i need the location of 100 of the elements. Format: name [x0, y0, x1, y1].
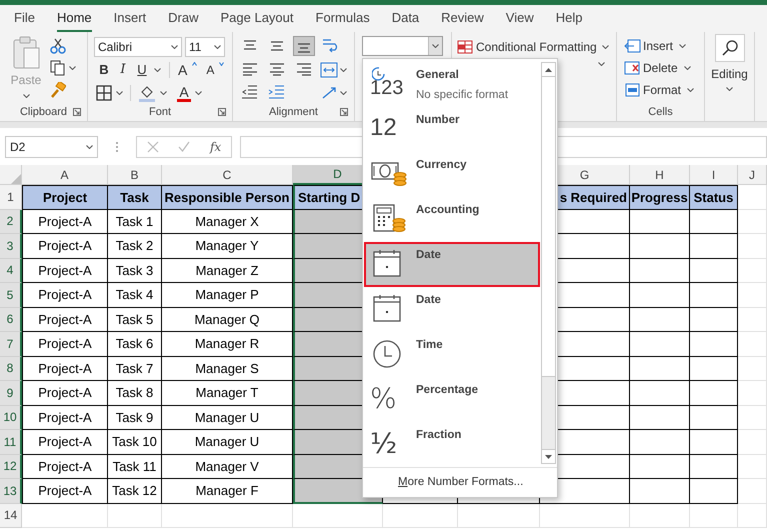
scroll-up-button[interactable] — [542, 63, 555, 77]
menu-item[interactable]: % Percentage — [364, 377, 540, 422]
scissors-icon[interactable] — [50, 38, 66, 54]
caret-icon[interactable] — [684, 66, 691, 70]
caret-icon[interactable] — [116, 91, 123, 95]
row-header[interactable]: 7 — [0, 332, 22, 356]
ribbon-tab[interactable]: Insert — [114, 8, 146, 32]
vertical-align-bottom-button[interactable] — [293, 36, 315, 56]
menu-item[interactable]: Time — [364, 332, 540, 377]
merge-cells-icon[interactable] — [320, 62, 338, 78]
caret-icon[interactable] — [171, 45, 178, 49]
row-header[interactable]: 2 — [0, 210, 22, 234]
menu-item[interactable]: ½ Fraction — [364, 422, 540, 467]
caret-icon[interactable] — [22, 94, 30, 98]
menu-item[interactable]: 123 General No specific format — [364, 62, 540, 107]
insert-function-button[interactable]: fx — [210, 138, 222, 156]
name-box[interactable]: D2 — [5, 136, 98, 158]
copy-icon[interactable] — [50, 60, 66, 76]
row-header[interactable]: 13 — [0, 479, 22, 504]
dialog-launcher-icon[interactable] — [340, 108, 348, 116]
menu-item[interactable]: 12 Number — [364, 107, 540, 152]
ribbon-tab[interactable]: Draw — [168, 8, 198, 32]
table-cell: Task 2 — [108, 234, 162, 258]
shrink-font-button[interactable]: A — [206, 61, 214, 79]
caret-icon[interactable] — [69, 66, 76, 70]
caret-icon[interactable] — [340, 90, 347, 94]
column-header[interactable]: I — [690, 165, 738, 185]
borders-icon[interactable] — [96, 85, 112, 101]
caret-icon[interactable] — [602, 45, 609, 49]
column-header[interactable]: C — [162, 165, 293, 185]
table-cell: Task 6 — [108, 332, 162, 356]
underline-button[interactable]: U — [135, 60, 149, 80]
column-header[interactable]: H — [630, 165, 690, 185]
ribbon-tab[interactable]: Review — [441, 8, 484, 32]
row-header[interactable]: 1 — [0, 185, 22, 210]
table-cell: Task 7 — [108, 356, 162, 381]
up-caret-icon[interactable] — [192, 62, 198, 66]
orientation-icon[interactable] — [320, 84, 338, 100]
ribbon-tab[interactable]: Page Layout — [220, 8, 294, 32]
wrap-text-icon[interactable] — [321, 37, 339, 55]
font-size-field[interactable]: 11 — [185, 37, 225, 57]
search-icon[interactable] — [714, 34, 744, 62]
menu-item[interactable]: Date — [364, 242, 540, 287]
conditional-formatting-button[interactable]: Conditional Formatting — [457, 38, 609, 56]
ribbon-tab[interactable]: Formulas — [316, 8, 370, 32]
ribbon-tab[interactable]: Data — [392, 8, 420, 32]
ribbon-tab[interactable]: View — [506, 8, 534, 32]
down-caret-icon[interactable] — [219, 62, 224, 66]
dialog-launcher-icon[interactable] — [73, 108, 81, 116]
table-cell: Project-A — [22, 381, 108, 406]
row-header[interactable]: 4 — [0, 258, 22, 283]
caret-icon[interactable] — [679, 44, 686, 48]
caret-icon[interactable] — [687, 88, 694, 92]
caret-icon[interactable] — [160, 91, 167, 95]
caret-icon[interactable] — [154, 68, 161, 72]
font-name-field[interactable]: Calibri — [94, 37, 182, 57]
table-cell — [690, 381, 738, 406]
column-header[interactable]: J — [738, 165, 767, 185]
caret-icon[interactable] — [195, 91, 202, 95]
caret-icon[interactable] — [86, 144, 93, 148]
grow-font-button[interactable]: A — [178, 60, 188, 80]
dialog-launcher-icon[interactable] — [218, 108, 226, 116]
editing-button[interactable]: Editing — [711, 65, 748, 83]
scrollbar-thumb[interactable] — [542, 77, 555, 377]
caret-icon[interactable] — [726, 87, 733, 91]
font-color-button[interactable]: A — [177, 84, 191, 102]
column-header[interactable]: A — [22, 165, 108, 185]
number-format-combobox[interactable] — [362, 36, 443, 56]
row-header[interactable]: 8 — [0, 356, 22, 381]
fill-color-icon[interactable] — [138, 84, 156, 102]
caret-icon[interactable] — [340, 68, 347, 72]
row-header[interactable]: 5 — [0, 283, 22, 308]
check-icon[interactable] — [178, 140, 190, 152]
ribbon-tab[interactable]: File — [14, 8, 35, 32]
more-number-formats-link[interactable]: More Number Formats... — [398, 474, 524, 492]
row-header[interactable]: 9 — [0, 381, 22, 406]
row-header[interactable]: 12 — [0, 454, 22, 479]
format-painter-icon[interactable] — [50, 82, 66, 98]
table-cell — [690, 406, 738, 430]
delete-cells-button[interactable]: Delete — [624, 58, 694, 77]
caret-icon[interactable] — [598, 62, 605, 66]
menu-item[interactable]: Date — [364, 287, 540, 332]
ribbon-tab[interactable]: Help — [556, 8, 582, 32]
italic-button[interactable]: I — [116, 60, 130, 80]
bold-button[interactable]: B — [97, 60, 111, 80]
insert-cells-button[interactable]: Insert — [624, 36, 694, 55]
caret-icon[interactable] — [432, 44, 439, 48]
caret-icon[interactable] — [214, 45, 221, 49]
group-label: Clipboard — [20, 104, 68, 120]
scroll-down-button[interactable] — [542, 449, 555, 463]
row-header[interactable]: 11 — [0, 430, 22, 454]
column-header[interactable]: B — [108, 165, 162, 185]
increase-indent-icon[interactable] — [268, 84, 286, 100]
row-header[interactable]: 10 — [0, 406, 22, 430]
row-header[interactable]: 14 — [0, 504, 22, 528]
decrease-indent-icon[interactable] — [241, 84, 259, 100]
row-header[interactable]: 6 — [0, 308, 22, 332]
format-cells-button[interactable]: Format — [624, 80, 694, 99]
row-header[interactable]: 3 — [0, 234, 22, 258]
percent-icon: % — [370, 385, 397, 413]
